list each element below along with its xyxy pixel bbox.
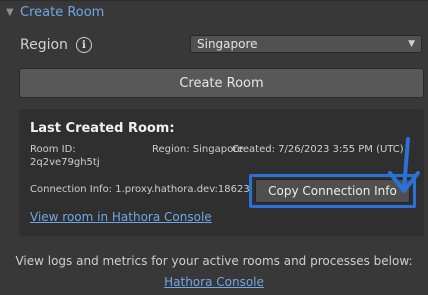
connection-info-value: 1.proxy.hathora.dev:18623 — [115, 184, 250, 195]
room-region-block: Region: Singapore — [152, 143, 243, 156]
room-id-value: 2q2ve79gh5tj — [30, 157, 100, 168]
created-label: Created: — [232, 144, 275, 155]
info-icon[interactable]: i — [75, 37, 92, 53]
region-dropdown[interactable]: Singapore ▼ — [190, 35, 422, 53]
create-room-button[interactable]: Create Room — [19, 68, 424, 98]
footer-description: View logs and metrics for your active ro… — [15, 254, 413, 268]
room-id-label: Room ID: — [30, 144, 76, 155]
region-row: Region i Singapore ▼ — [20, 34, 422, 56]
create-room-foldout[interactable]: ▼ Create Room — [6, 5, 104, 20]
room-region-label: Region: — [152, 144, 190, 155]
room-id-block: Room ID: 2q2ve79gh5tj — [30, 143, 140, 169]
view-room-link[interactable]: View room in Hathora Console — [30, 210, 212, 224]
last-created-room-panel: Last Created Room: Room ID: 2q2ve79gh5tj… — [19, 109, 424, 236]
top-divider — [0, 0, 428, 1]
region-label: Region — [20, 37, 68, 53]
section-title: Create Room — [20, 5, 105, 20]
foldout-arrow-icon: ▼ — [6, 7, 14, 18]
annotation-arrow-icon — [388, 137, 420, 193]
hathora-console-link[interactable]: Hathora Console — [0, 275, 428, 289]
dropdown-caret-icon: ▼ — [408, 39, 415, 49]
connection-info-block: Connection Info: 1.proxy.hathora.dev:186… — [30, 183, 250, 196]
connection-info-label: Connection Info: — [30, 184, 113, 195]
last-room-title: Last Created Room: — [30, 121, 175, 136]
region-selected-value: Singapore — [197, 37, 258, 51]
